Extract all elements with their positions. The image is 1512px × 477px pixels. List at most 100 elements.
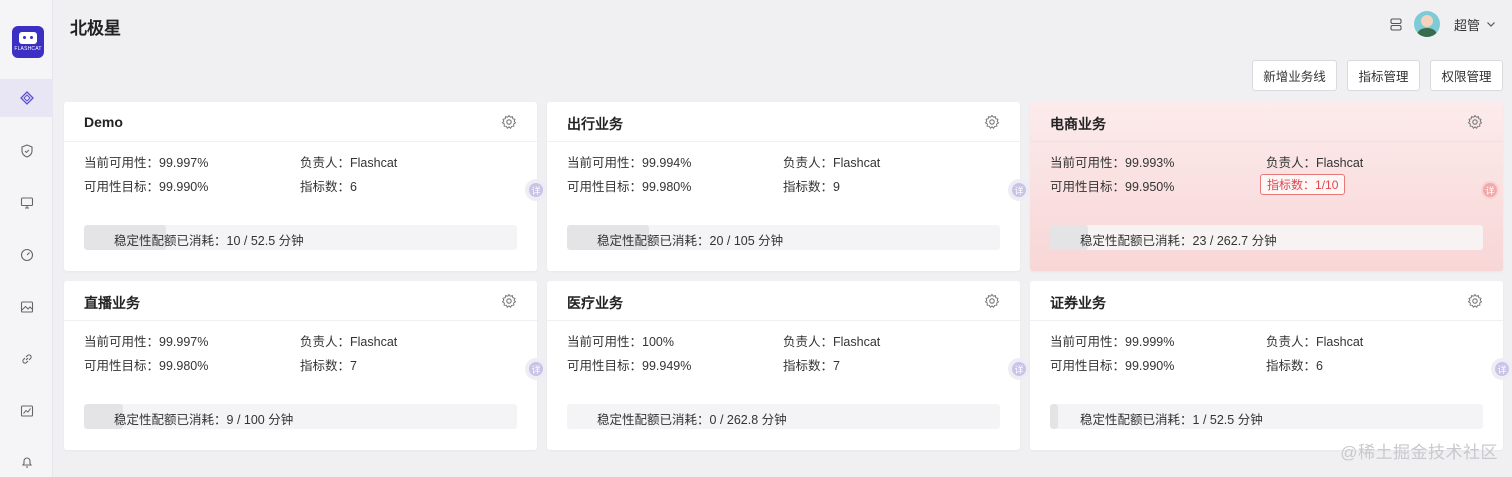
user-name[interactable]: 超管 bbox=[1454, 15, 1480, 34]
owner: 负责人：Flashcat bbox=[1266, 152, 1363, 171]
business-card-securities[interactable]: 证券业务 当前可用性：99.999% 可用性目标：99.990% 负责人：Fla… bbox=[1030, 281, 1512, 450]
metric-count[interactable]: 指标数：7 bbox=[300, 355, 357, 374]
metric-count-label: 指标数： bbox=[1267, 178, 1316, 192]
nav-diamond[interactable] bbox=[0, 79, 53, 117]
budget-text: 稳定性配额已消耗：23 / 262.7 分钟 bbox=[1080, 230, 1277, 249]
detail-badge[interactable]: 详 bbox=[1008, 179, 1030, 201]
budget-text: 稳定性配额已消耗：9 / 100 分钟 bbox=[114, 409, 293, 428]
budget-value: 10 / 52.5 分钟 bbox=[226, 234, 304, 248]
budget-label: 稳定性配额已消耗： bbox=[114, 234, 227, 248]
owner-label: 负责人： bbox=[300, 335, 351, 349]
target: 可用性目标：99.949% bbox=[567, 355, 691, 374]
card-header: 医疗业务 bbox=[547, 281, 1020, 321]
target: 可用性目标：99.980% bbox=[84, 355, 208, 374]
detail-badge[interactable]: 详 bbox=[525, 179, 547, 201]
owner: 负责人：Flashcat bbox=[300, 152, 397, 171]
target: 可用性目标：99.950% bbox=[1050, 176, 1174, 195]
availability: 当前可用性：100% bbox=[567, 331, 674, 350]
metric-count-value: 9 bbox=[833, 180, 840, 194]
business-card-live[interactable]: 直播业务 当前可用性：99.997% 可用性目标：99.980% 负责人：Fla… bbox=[64, 281, 547, 450]
add-business-line-button[interactable]: 新增业务线 bbox=[1252, 60, 1337, 91]
owner-label: 负责人： bbox=[783, 335, 834, 349]
nav-image[interactable] bbox=[0, 288, 53, 326]
availability-value: 99.993% bbox=[1125, 156, 1175, 170]
metric-count[interactable]: 指标数：9 bbox=[783, 176, 840, 195]
detail-badge-icon: 详 bbox=[1012, 183, 1026, 197]
nav-link[interactable] bbox=[0, 340, 53, 378]
card-title: 出行业务 bbox=[567, 116, 623, 132]
card-title: 医疗业务 bbox=[567, 295, 623, 311]
nav-dashboard[interactable] bbox=[0, 236, 53, 274]
detail-badge[interactable]: 详 bbox=[1008, 358, 1030, 380]
target-value: 99.950% bbox=[1125, 180, 1175, 194]
availability-label: 当前可用性： bbox=[567, 335, 643, 349]
server-icon[interactable] bbox=[1390, 17, 1402, 31]
metric-count-label: 指标数： bbox=[783, 180, 834, 194]
detail-badge-icon: 详 bbox=[1012, 362, 1026, 376]
permission-management-button[interactable]: 权限管理 bbox=[1430, 60, 1503, 91]
nav-bell[interactable] bbox=[0, 443, 53, 477]
avatar[interactable] bbox=[1413, 11, 1440, 37]
availability: 当前可用性：99.997% bbox=[84, 331, 208, 350]
chevron-down-icon[interactable] bbox=[1486, 19, 1496, 29]
budget-text: 稳定性配额已消耗：1 / 52.5 分钟 bbox=[1080, 409, 1263, 428]
image-icon bbox=[20, 301, 33, 313]
nav-shield[interactable] bbox=[0, 132, 53, 170]
owner: 负责人：Flashcat bbox=[1266, 331, 1363, 350]
budget-text: 稳定性配额已消耗：0 / 262.8 分钟 bbox=[597, 409, 787, 428]
gear-icon[interactable] bbox=[984, 293, 1000, 309]
monitor-icon bbox=[20, 197, 33, 209]
metric-count-label: 指标数： bbox=[300, 359, 351, 373]
budget-label: 稳定性配额已消耗： bbox=[1080, 234, 1193, 248]
budget-bar: 稳定性配额已消耗：9 / 100 分钟 bbox=[84, 404, 517, 429]
flashcat-logo[interactable]: FLASHCAT bbox=[12, 26, 44, 58]
availability: 当前可用性：99.999% bbox=[1050, 331, 1174, 350]
owner-label: 负责人： bbox=[300, 156, 351, 170]
budget-value: 1 / 52.5 分钟 bbox=[1192, 413, 1263, 427]
metric-count-alert-tag[interactable]: 指标数：1/10 bbox=[1260, 174, 1346, 195]
budget-bar: 稳定性配额已消耗：20 / 105 分钟 bbox=[567, 225, 1000, 250]
detail-badge[interactable]: 详 bbox=[1491, 358, 1512, 380]
detail-badge[interactable]: 详 bbox=[1481, 181, 1499, 199]
card-header: 电商业务 bbox=[1030, 102, 1503, 142]
card-header: 出行业务 bbox=[547, 102, 1020, 142]
budget-label: 稳定性配额已消耗： bbox=[1080, 413, 1193, 427]
metric-count-value: 7 bbox=[350, 359, 357, 373]
budget-fill bbox=[1050, 404, 1059, 429]
nav-chart[interactable] bbox=[0, 392, 53, 430]
gear-icon[interactable] bbox=[984, 114, 1000, 130]
card-title: 证券业务 bbox=[1050, 295, 1106, 311]
business-card-medical[interactable]: 医疗业务 当前可用性：100% 可用性目标：99.949% 负责人：Flashc… bbox=[547, 281, 1030, 450]
gear-icon[interactable] bbox=[501, 114, 517, 130]
business-card-ecommerce[interactable]: 电商业务 当前可用性：99.993% 可用性目标：99.950% 负责人：Fla… bbox=[1030, 102, 1503, 271]
metric-count-label: 指标数： bbox=[300, 180, 351, 194]
gear-icon[interactable] bbox=[1467, 114, 1483, 130]
owner: 负责人：Flashcat bbox=[783, 152, 880, 171]
budget-bar: 稳定性配额已消耗：0 / 262.8 分钟 bbox=[567, 404, 1000, 429]
gear-icon[interactable] bbox=[1467, 293, 1483, 309]
availability-value: 99.994% bbox=[642, 156, 692, 170]
gear-icon[interactable] bbox=[501, 293, 517, 309]
metric-count-value: 1/10 bbox=[1315, 178, 1339, 192]
business-card-travel[interactable]: 出行业务 当前可用性：99.994% 可用性目标：99.980% 负责人：Fla… bbox=[547, 102, 1030, 271]
nav-monitor[interactable] bbox=[0, 184, 53, 222]
metric-management-button[interactable]: 指标管理 bbox=[1347, 60, 1420, 91]
owner-label: 负责人： bbox=[1266, 156, 1317, 170]
metric-count[interactable]: 指标数：6 bbox=[300, 176, 357, 195]
owner: 负责人：Flashcat bbox=[300, 331, 397, 350]
metric-count[interactable]: 指标数：7 bbox=[783, 355, 840, 374]
availability-label: 当前可用性： bbox=[84, 335, 160, 349]
logo-face-icon bbox=[19, 32, 37, 44]
header-right: 超管 bbox=[1390, 10, 1496, 38]
metric-count[interactable]: 指标数：6 bbox=[1266, 355, 1323, 374]
business-card-demo[interactable]: Demo 当前可用性：99.997% 可用性目标：99.990% 负责人：Fla… bbox=[64, 102, 547, 271]
availability-value: 100% bbox=[642, 335, 674, 349]
availability: 当前可用性：99.993% bbox=[1050, 152, 1174, 171]
metric-count-label: 指标数： bbox=[783, 359, 834, 373]
card-title: Demo bbox=[84, 114, 123, 130]
budget-text: 稳定性配额已消耗：20 / 105 分钟 bbox=[597, 230, 783, 249]
budget-label: 稳定性配额已消耗： bbox=[114, 413, 227, 427]
target-value: 99.990% bbox=[1125, 359, 1175, 373]
metric-count-value: 6 bbox=[350, 180, 357, 194]
detail-badge[interactable]: 详 bbox=[525, 358, 547, 380]
